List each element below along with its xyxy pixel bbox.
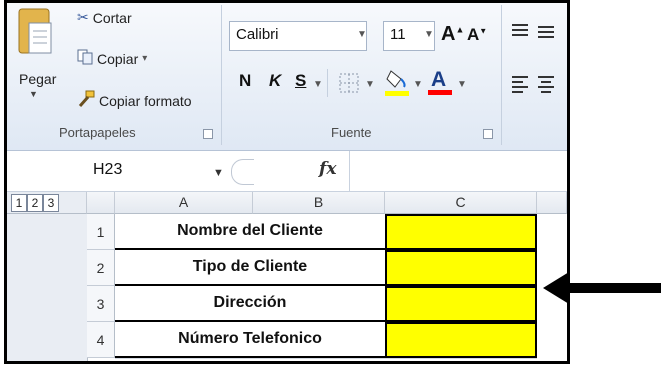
font-family-select[interactable]: Calibri [229, 21, 367, 51]
cut-button[interactable]: ✂ Cortar [77, 9, 132, 26]
outline-strip [7, 214, 88, 361]
fill-color-icon[interactable] [385, 67, 409, 102]
align-center-icon[interactable] [537, 75, 555, 98]
outline-header: 1 2 3 [7, 192, 87, 214]
format-painter-label: Copiar formato [99, 92, 192, 109]
name-box[interactable]: H23 [7, 151, 225, 191]
formula-bar-row: H23 ▼ fx [7, 151, 567, 192]
input-cell-c1[interactable] [385, 214, 537, 250]
paste-button[interactable]: Pegar [19, 71, 56, 87]
input-cell-c4[interactable] [385, 322, 537, 358]
align-left-icon[interactable] [511, 75, 529, 98]
select-all-corner[interactable] [87, 192, 115, 214]
format-painter-button[interactable]: Copiar formato [77, 90, 192, 111]
scissors-icon: ✂ [77, 9, 89, 25]
font-separator [327, 69, 328, 97]
row-header-4[interactable]: 4 [87, 322, 115, 358]
shrink-font-icon[interactable]: A▼ [467, 25, 487, 45]
input-cell-c3[interactable] [385, 286, 537, 322]
fill-color-dropdown-icon[interactable]: ▼ [413, 79, 423, 90]
copy-label: Copiar [97, 50, 139, 67]
cell-label-tipo[interactable]: Tipo de Cliente [115, 250, 385, 286]
insert-function-icon[interactable]: fx [319, 159, 336, 179]
copy-dropdown-icon[interactable]: ▾ [142, 53, 147, 64]
cell-label-nombre[interactable]: Nombre del Cliente [115, 214, 385, 250]
clipboard-group-label: Portapapeles [59, 125, 136, 140]
underline-dropdown-icon[interactable]: ▼ [313, 79, 323, 90]
font-family-value: Calibri [236, 26, 279, 43]
copy-button[interactable]: Copiar ▾ [77, 49, 147, 68]
cell-label-direccion[interactable]: Dirección [115, 286, 385, 322]
column-header-d[interactable] [537, 192, 567, 214]
italic-button[interactable]: K [269, 71, 281, 91]
outline-level-3[interactable]: 3 [43, 194, 59, 212]
borders-dropdown-icon[interactable]: ▼ [365, 79, 375, 90]
name-box-value: H23 [93, 161, 123, 178]
cut-label: Cortar [92, 9, 132, 26]
underline-button[interactable]: S [295, 71, 306, 91]
input-cell-c2[interactable] [385, 250, 537, 286]
font-group-label: Fuente [331, 125, 372, 140]
formula-bar-divider [231, 159, 254, 185]
group-divider [501, 5, 502, 145]
row-header-2[interactable]: 2 [87, 250, 115, 286]
ribbon: Pegar ▼ ✂ Cortar Copiar ▾ Copiar formato… [7, 3, 567, 151]
cell-label-telefono[interactable]: Número Telefonico [115, 322, 385, 358]
column-header-b[interactable]: B [253, 192, 385, 214]
outline-level-1[interactable]: 1 [11, 194, 27, 212]
format-painter-icon [77, 90, 95, 111]
font-size-dropdown-icon[interactable]: ▼ [424, 29, 434, 40]
font-size-value: 11 [390, 26, 406, 43]
column-header-a[interactable]: A [115, 192, 253, 214]
font-launcher-icon[interactable] [483, 129, 493, 139]
svg-text:A: A [431, 68, 446, 91]
borders-icon[interactable] [339, 73, 359, 98]
paste-dropdown-icon[interactable]: ▼ [29, 89, 38, 99]
group-divider [221, 5, 222, 145]
column-header-c[interactable]: C [385, 192, 537, 214]
excel-window: Pegar ▼ ✂ Cortar Copiar ▾ Copiar formato… [4, 0, 570, 364]
copy-icon [77, 49, 93, 68]
row-header-1[interactable]: 1 [87, 214, 115, 250]
font-color-icon[interactable]: A [427, 65, 453, 102]
font-color-dropdown-icon[interactable]: ▼ [457, 79, 467, 90]
grow-font-icon[interactable]: A▲ [441, 23, 464, 46]
font-family-dropdown-icon[interactable]: ▼ [357, 29, 367, 40]
row-header-3[interactable]: 3 [87, 286, 115, 322]
worksheet-grid: 1 2 3 A B C 1 2 3 4 Nombre del Cliente T… [7, 192, 567, 361]
outline-level-2[interactable]: 2 [27, 194, 43, 212]
align-top-icon[interactable] [511, 23, 529, 44]
bold-button[interactable]: N [239, 71, 251, 91]
clipboard-launcher-icon[interactable] [203, 129, 213, 139]
align-middle-icon[interactable] [537, 23, 555, 44]
row-5-partial [115, 358, 537, 361]
pointer-arrow-icon [543, 272, 661, 309]
paste-icon[interactable] [17, 3, 53, 65]
name-box-dropdown-icon[interactable]: ▼ [213, 167, 224, 179]
formula-input[interactable] [350, 151, 567, 191]
